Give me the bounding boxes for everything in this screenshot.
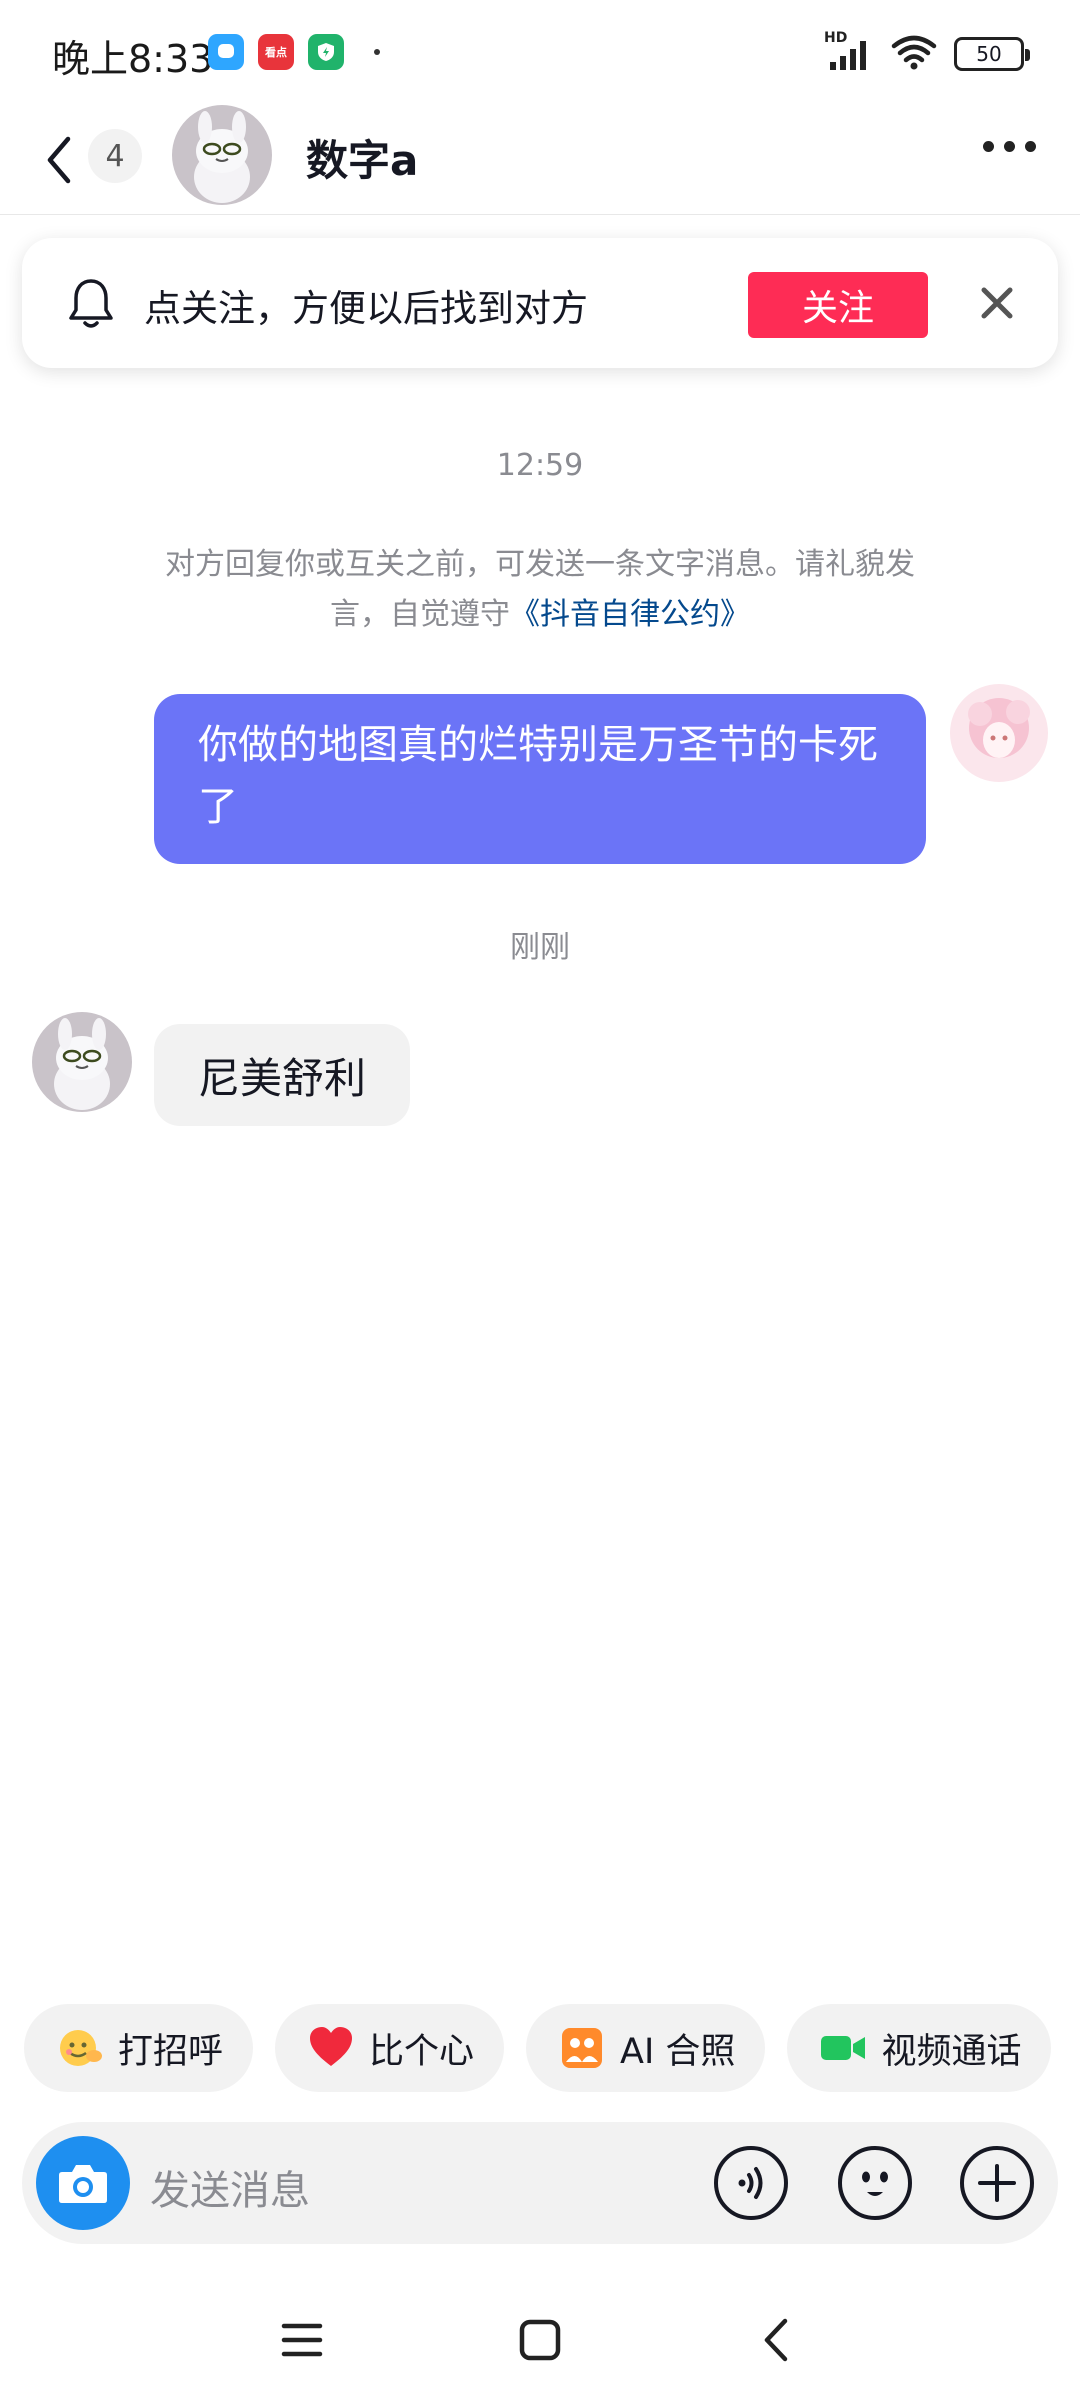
status-bar: 晚上8:33 看点 HD 50 — [0, 0, 1080, 105]
voice-icon — [714, 2146, 788, 2220]
battery-indicator: 50 — [954, 37, 1030, 71]
battery-level: 50 — [976, 42, 1002, 66]
nav-menu-button[interactable] — [272, 2310, 332, 2370]
contact-avatar[interactable] — [172, 105, 272, 205]
my-avatar[interactable] — [950, 684, 1048, 782]
wave-emoji-icon — [56, 2024, 104, 2072]
quick-action-heart[interactable]: 比个心 — [275, 2004, 505, 2092]
quick-action-ai-photo[interactable]: AI 合照 — [526, 2004, 766, 2092]
more-dot-icon — [1025, 141, 1036, 152]
emoji-button[interactable] — [836, 2144, 914, 2222]
ai-photo-icon — [558, 2024, 606, 2072]
kandian-app-icon: 看点 — [258, 34, 294, 70]
follow-prompt-text: 点关注，方便以后找到对方 — [144, 287, 588, 330]
video-camera-icon — [819, 2024, 867, 2072]
system-nav-bar — [0, 2290, 1080, 2380]
system-notice: 对方回复你或互关之前，可发送一条文字消息。请礼貌发言，自觉遵守《抖音自律公约》 — [140, 540, 940, 640]
close-icon — [981, 287, 1013, 319]
chat-header: 4 数字a — [0, 105, 1080, 215]
unread-count-badge[interactable]: 4 — [88, 129, 142, 183]
wifi-icon — [890, 34, 938, 74]
quick-actions-bar: 打招呼 比个心 AI 合照 视频通话 — [24, 2004, 1052, 2092]
message-input-bar: 发送消息 — [22, 2122, 1058, 2244]
heart-icon — [307, 2024, 355, 2072]
quick-action-label: 打招呼 — [118, 2031, 224, 2072]
camera-icon — [59, 2165, 107, 2203]
quick-action-label: 比个心 — [369, 2031, 475, 2072]
quick-action-label: 视频通话 — [881, 2031, 1022, 2072]
status-indicators: HD 50 — [824, 30, 1030, 74]
emoji-face-icon — [838, 2146, 912, 2220]
outgoing-message-bubble[interactable]: 你做的地图真的烂特别是万圣节的卡死了 — [154, 694, 926, 864]
chevron-left-icon — [47, 136, 71, 184]
more-dot-icon — [1004, 141, 1015, 152]
menu-icon — [281, 2323, 323, 2357]
quick-action-video-call[interactable]: 视频通话 — [787, 2004, 1052, 2092]
bell-icon — [66, 276, 116, 336]
nav-home-button[interactable] — [510, 2310, 570, 2370]
community-guidelines-link[interactable]: 《抖音自律公约》 — [510, 597, 750, 632]
camera-button[interactable] — [36, 2136, 130, 2230]
nav-back-button[interactable] — [746, 2310, 806, 2370]
more-options-button[interactable] — [983, 141, 1036, 152]
voice-button[interactable] — [712, 2144, 790, 2222]
chat-bubble-icon — [208, 34, 244, 70]
contact-message-avatar[interactable] — [32, 1012, 132, 1112]
follow-button[interactable]: 关注 — [748, 272, 928, 338]
message-timestamp: 12:59 — [496, 448, 584, 483]
more-dot-icon — [983, 141, 994, 152]
status-time: 晚上8:33 — [52, 37, 214, 81]
back-arrow-icon — [764, 2318, 788, 2362]
message-timestamp: 刚刚 — [510, 930, 570, 965]
incoming-message-bubble[interactable]: 尼美舒利 — [154, 1024, 411, 1126]
notification-icons: 看点 — [208, 34, 380, 70]
home-square-icon — [519, 2319, 561, 2361]
shield-app-icon — [308, 34, 344, 70]
more-actions-button[interactable] — [958, 2144, 1036, 2222]
kandian-app-label: 看点 — [265, 46, 287, 59]
more-notifications-dot — [374, 49, 380, 55]
cellular-signal-icon: HD — [824, 30, 874, 72]
close-banner-button[interactable] — [972, 278, 1022, 328]
quick-action-label: AI 合照 — [620, 2031, 736, 2072]
follow-banner: 点关注，方便以后找到对方 关注 — [22, 238, 1058, 368]
plus-icon — [960, 2146, 1034, 2220]
quick-action-greet[interactable]: 打招呼 — [24, 2004, 254, 2092]
message-input[interactable]: 发送消息 — [150, 2158, 310, 2216]
contact-name[interactable]: 数字a — [306, 127, 418, 188]
